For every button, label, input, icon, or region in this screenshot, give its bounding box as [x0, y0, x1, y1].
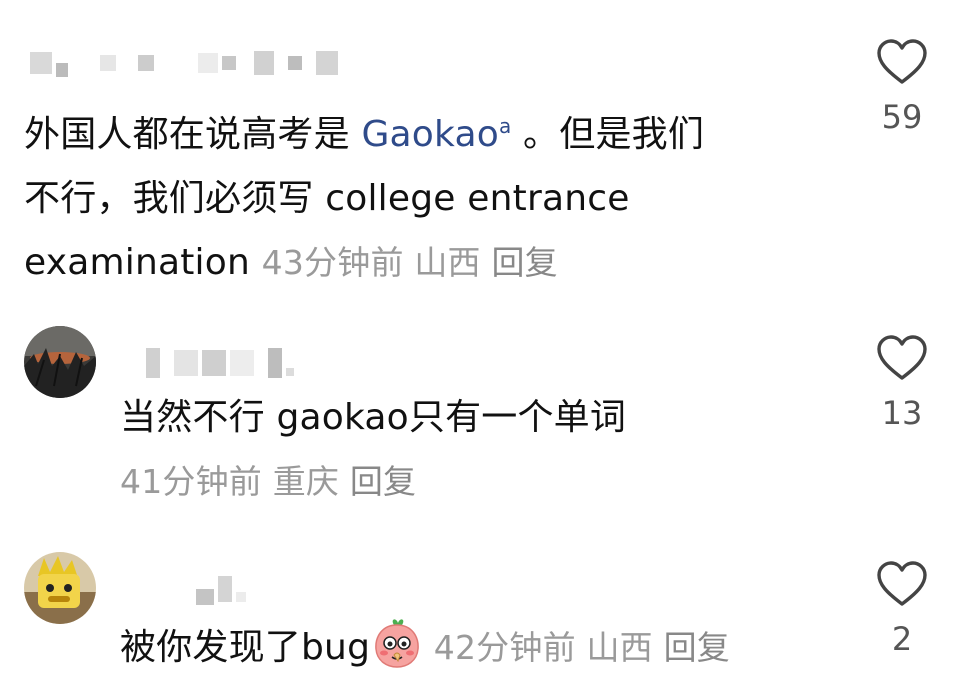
reply-button[interactable]: 回复 [664, 628, 730, 667]
comment-text-line: examination [24, 242, 250, 283]
like-count: 2 [891, 620, 913, 658]
heart-outline-icon[interactable] [847, 38, 953, 86]
comment-meta: 42分钟前 山西 回复 [434, 628, 730, 667]
comment-text-suffix: 。但是我们 [511, 114, 705, 155]
comment-text: 被你发现了bug [120, 627, 371, 668]
comment-item: 被你发现了bug 42分钟前 山西 回复 2 [0, 540, 953, 692]
comment-time: 42分钟前 [433, 628, 576, 667]
username-blurred[interactable] [30, 44, 338, 82]
username-blurred[interactable] [146, 344, 294, 382]
comment-meta: 43分钟前 山西 回复 [262, 243, 558, 282]
avatar[interactable] [24, 552, 96, 624]
peach-blush-emoji-icon [372, 617, 422, 669]
comment-time: 41分钟前 [120, 462, 262, 501]
comment-body: 被你发现了bug 42分钟前 山西 回复 [120, 616, 860, 680]
reply-button[interactable]: 回复 [491, 243, 557, 282]
reply-button[interactable]: 回复 [350, 462, 416, 501]
comment-body: 外国人都在说高考是 Gaokao𝖺 。但是我们 不行，我们必须写 college… [24, 94, 854, 295]
search-icon[interactable]: 𝖺 [499, 114, 511, 138]
comment-location: 重庆 [272, 462, 340, 501]
like-button[interactable]: 13 [847, 334, 953, 432]
comment-body: 当然不行 gaokao只有一个单词 41分钟前 重庆 回复 [120, 386, 860, 514]
comment-text-prefix: 外国人都在说高考是 [24, 114, 362, 155]
comment-meta: 41分钟前 重庆 回复 [120, 450, 860, 514]
comment-time: 43分钟前 [261, 243, 404, 282]
like-count: 59 [881, 98, 923, 136]
comment-item: 当然不行 gaokao只有一个单词 41分钟前 重庆 回复 13 [0, 310, 953, 510]
avatar[interactable] [24, 326, 96, 398]
comment-text-line: 不行，我们必须写 college entrance [24, 178, 630, 219]
comment-location: 山西 [414, 243, 481, 282]
comment-item: 外国人都在说高考是 Gaokao𝖺 。但是我们 不行，我们必须写 college… [0, 0, 953, 300]
like-button[interactable]: 59 [847, 38, 953, 136]
heart-outline-icon[interactable] [847, 334, 953, 382]
comment-location: 山西 [586, 628, 653, 667]
search-link-label[interactable]: Gaokao [361, 114, 498, 155]
like-count: 13 [881, 394, 923, 432]
comment-text: 当然不行 gaokao只有一个单词 [120, 397, 627, 438]
username-blurred[interactable] [196, 570, 246, 608]
search-link[interactable]: Gaokao𝖺 [361, 114, 511, 155]
heart-outline-icon[interactable] [847, 560, 953, 608]
like-button[interactable]: 2 [847, 560, 953, 658]
